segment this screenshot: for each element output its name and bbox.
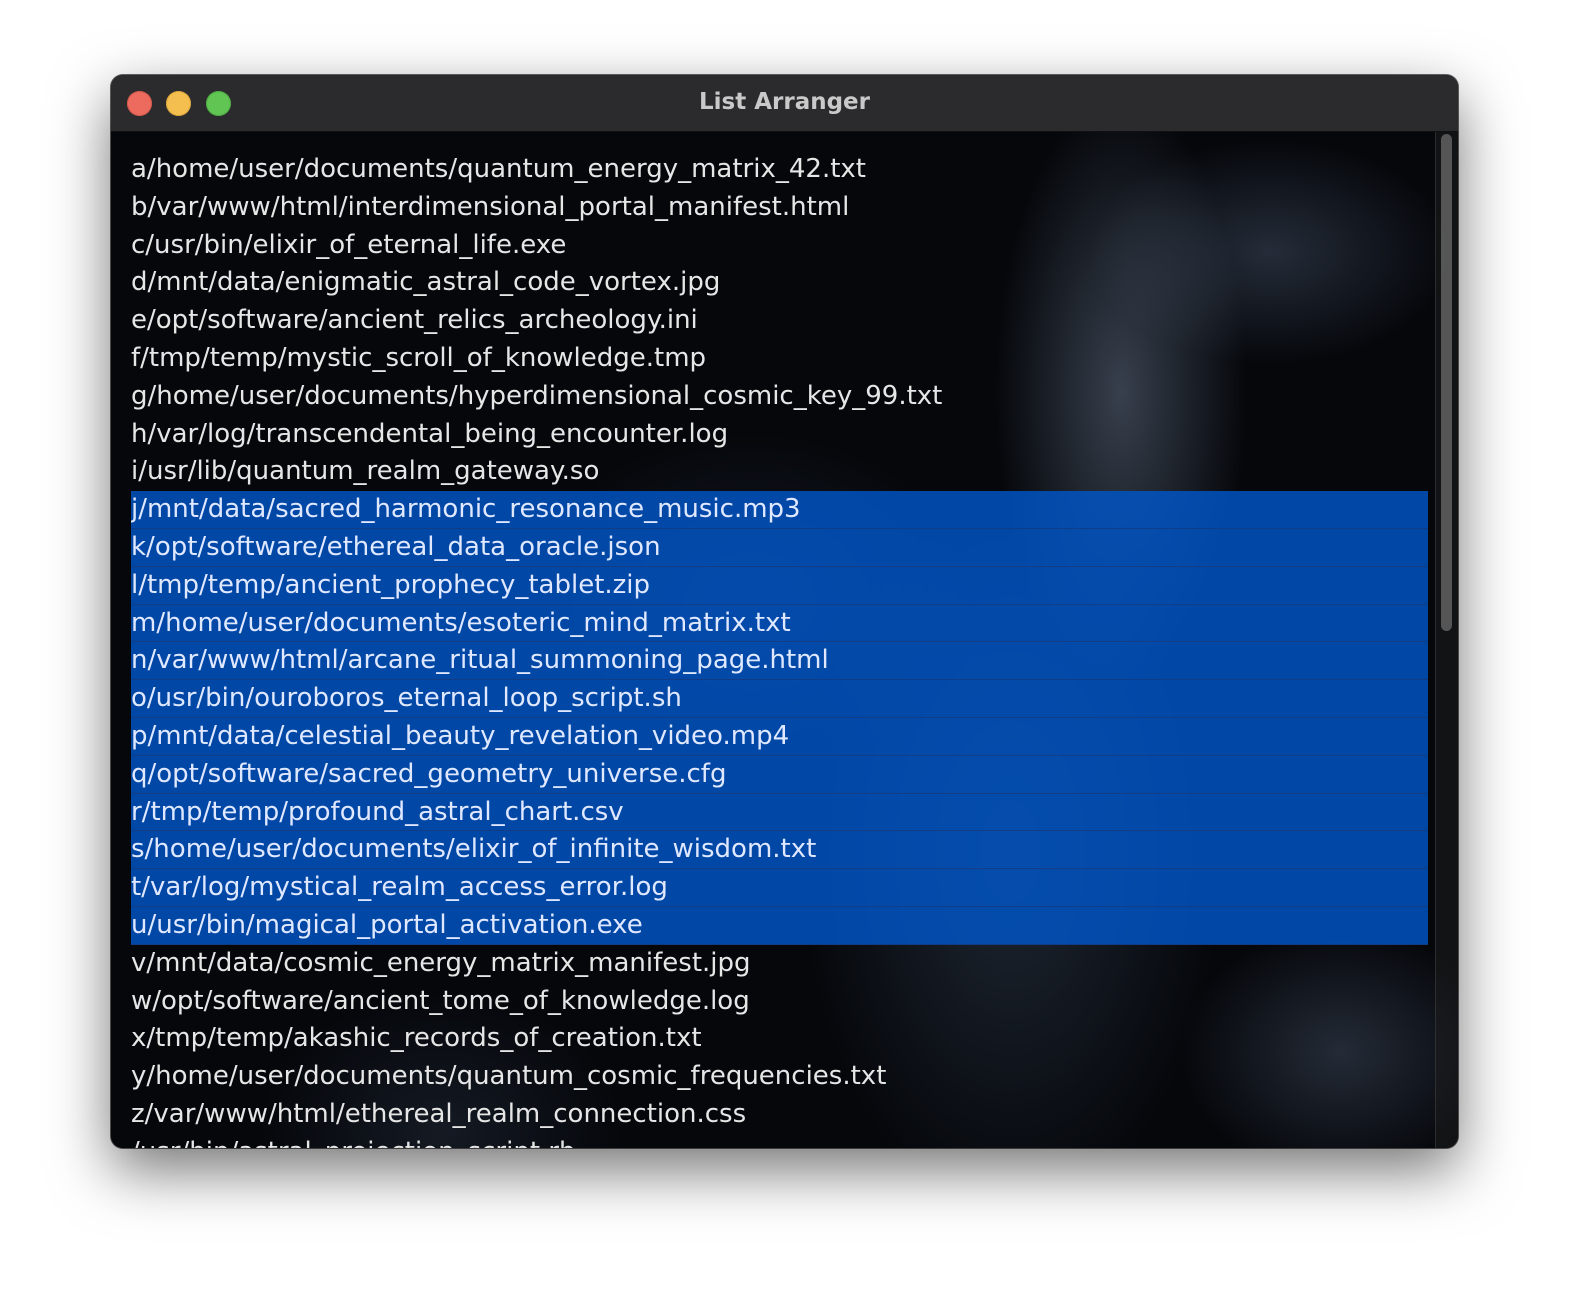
file-list[interactable]: a/home/user/documents/quantum_energy_mat… <box>131 151 1428 1148</box>
list-item-selected[interactable]: m/home/user/documents/esoteric_mind_matr… <box>131 604 1428 643</box>
list-item-selected[interactable]: l/tmp/temp/ancient_prophecy_tablet.zip <box>131 566 1428 605</box>
scroll-thumb[interactable] <box>1441 134 1452 631</box>
vertical-scrollbar[interactable] <box>1435 132 1458 1148</box>
list-item[interactable]: g/home/user/documents/hyperdimensional_c… <box>131 378 1428 416</box>
list-item[interactable]: w/opt/software/ancient_tome_of_knowledge… <box>131 983 1428 1021</box>
title-bar[interactable]: List Arranger <box>111 75 1458 132</box>
list-item[interactable]: h/var/log/transcendental_being_encounter… <box>131 416 1428 454</box>
list-item[interactable]: d/mnt/data/enigmatic_astral_code_vortex.… <box>131 264 1428 302</box>
list-item-selected[interactable]: n/var/www/html/arcane_ritual_summoning_p… <box>131 642 1428 681</box>
list-item-selected[interactable]: p/mnt/data/celestial_beauty_revelation_v… <box>131 717 1428 756</box>
list-item[interactable]: x/tmp/temp/akashic_records_of_creation.t… <box>131 1020 1428 1058</box>
list-item-selected[interactable]: o/usr/bin/ouroboros_eternal_loop_script.… <box>131 680 1428 718</box>
list-item[interactable]: /usr/bin/astral_projection_script.rb <box>131 1134 1428 1148</box>
list-item[interactable]: c/usr/bin/elixir_of_eternal_life.exe <box>131 227 1428 265</box>
list-item[interactable]: b/var/www/html/interdimensional_portal_m… <box>131 189 1428 227</box>
list-item-selected[interactable]: q/opt/software/sacred_geometry_universe.… <box>131 755 1428 794</box>
list-item[interactable]: v/mnt/data/cosmic_energy_matrix_manifest… <box>131 945 1428 983</box>
list-item-selected[interactable]: r/tmp/temp/profound_astral_chart.csv <box>131 793 1428 832</box>
list-area: a/home/user/documents/quantum_energy_mat… <box>111 132 1458 1148</box>
list-item[interactable]: a/home/user/documents/quantum_energy_mat… <box>131 151 1428 189</box>
list-item-selected[interactable]: t/var/log/mystical_realm_access_error.lo… <box>131 869 1428 907</box>
list-item[interactable]: f/tmp/temp/mystic_scroll_of_knowledge.tm… <box>131 340 1428 378</box>
list-item[interactable]: z/var/www/html/ethereal_realm_connection… <box>131 1096 1428 1134</box>
list-item-selected[interactable]: k/opt/software/ethereal_data_oracle.json <box>131 528 1428 567</box>
list-item[interactable]: y/home/user/documents/quantum_cosmic_fre… <box>131 1058 1428 1096</box>
list-item-selected[interactable]: j/mnt/data/sacred_harmonic_resonance_mus… <box>131 491 1428 529</box>
list-item-selected[interactable]: s/home/user/documents/elixir_of_infinite… <box>131 831 1428 870</box>
list-item[interactable]: i/usr/lib/quantum_realm_gateway.so <box>131 453 1428 491</box>
app-window: List Arranger a/home/user/documents/quan… <box>111 75 1458 1148</box>
window-title: List Arranger <box>698 89 871 115</box>
list-item-selected[interactable]: u/usr/bin/magical_portal_activation.exe <box>131 906 1428 945</box>
list-item[interactable]: e/opt/software/ancient_relics_archeology… <box>131 302 1428 340</box>
